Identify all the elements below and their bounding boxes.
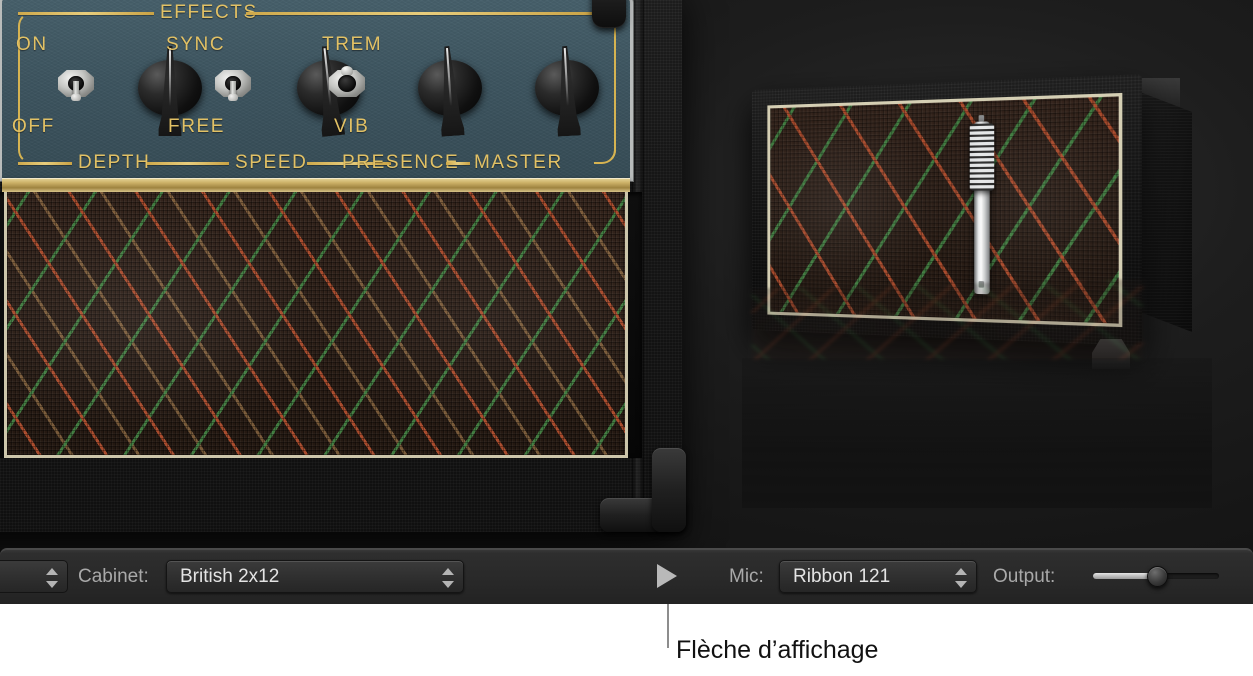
cabinet-label: Cabinet: [78, 566, 149, 587]
toggle-switch-tremolo-on-off[interactable] [57, 64, 95, 101]
gold-rule-bottom-4 [446, 162, 470, 165]
chevron-down-icon [442, 581, 454, 588]
knob-label-presence: PRESENCE [342, 152, 460, 173]
amp-model-popup[interactable] [0, 560, 68, 593]
output-slider[interactable] [1093, 566, 1219, 587]
amp-corner-bracket-bottom-right [600, 448, 686, 532]
amp-head: EFFECTS DEPTH SPEED PRESENCE MASTER ON O… [0, 0, 686, 532]
toggle-hole [338, 75, 356, 92]
reflection-cloth [752, 279, 1142, 360]
chevron-up-icon [955, 568, 967, 575]
knob-label-master: MASTER [474, 152, 563, 173]
mic-grille-head [969, 123, 995, 191]
chevron-down-icon [46, 581, 58, 588]
amp-grille-cloth [7, 192, 625, 455]
switch-label-sync: SYNC [166, 34, 226, 55]
gold-rule-top-right [246, 12, 600, 15]
knob-master[interactable] [531, 42, 603, 138]
output-label: Output: [993, 566, 1056, 587]
bottom-bar-inner: Cabinet: British 2x12 Mic: Ribbon 121 Ou… [0, 549, 1253, 604]
toggle-switch-trem-vib[interactable] [328, 64, 366, 100]
gold-rule-bottom-1 [18, 162, 72, 165]
toggle-lever[interactable] [71, 81, 81, 101]
knob-label-speed: SPEED [235, 152, 308, 173]
amp-corner-bracket-top-right [592, 0, 626, 28]
screenshot-root: EFFECTS DEPTH SPEED PRESENCE MASTER ON O… [0, 0, 1253, 676]
gold-frame-right-edge [614, 32, 616, 144]
cabinet-popup[interactable]: British 2x12 [166, 560, 464, 593]
knob-highlight-line [169, 48, 171, 106]
mic-stepper[interactable] [955, 568, 967, 588]
cabinet-stepper[interactable] [442, 568, 454, 588]
mic-value: Ribbon 121 [793, 566, 891, 587]
cabinet-value: British 2x12 [180, 566, 280, 587]
chevron-down-icon [955, 581, 967, 588]
bracket-arm-vertical [652, 448, 686, 532]
switch-label-on: ON [16, 34, 48, 55]
switch-label-vib: VIB [334, 116, 370, 137]
switch-label-trem: TREM [322, 34, 383, 55]
microphone[interactable] [969, 115, 995, 295]
amp-designer-stage: EFFECTS DEPTH SPEED PRESENCE MASTER ON O… [0, 0, 1253, 604]
knob-presence[interactable] [414, 42, 486, 138]
knob-label-depth: DEPTH [78, 152, 151, 173]
mic-popup[interactable]: Ribbon 121 [779, 560, 977, 593]
knob-pointer [550, 45, 585, 136]
chevron-up-icon [442, 568, 454, 575]
gold-rule-top-left [18, 12, 154, 15]
callout-label: Flèche d’affichage [676, 636, 879, 664]
gold-frame-corner-bottom-right [594, 142, 616, 164]
switch-label-off: OFF [12, 116, 55, 137]
bottom-control-bar: Cabinet: British 2x12 Mic: Ribbon 121 Ou… [0, 548, 1253, 604]
callout-leader-line [667, 604, 669, 648]
amp-model-stepper[interactable] [46, 568, 58, 588]
effects-section-label: EFFECTS [160, 2, 258, 23]
amp-gold-trim-strip [2, 178, 630, 192]
gold-rule-bottom-2 [147, 162, 229, 165]
cabinet-floor-reflection [752, 279, 1142, 360]
switch-label-free: FREE [168, 116, 226, 137]
amp-speaker-grille [4, 192, 628, 458]
amp-grille-frame [0, 192, 642, 458]
toggle-switch-sync-free[interactable] [214, 64, 252, 101]
mic-label: Mic: [729, 566, 764, 587]
display-arrow-icon[interactable] [657, 564, 677, 588]
amp-control-panel: EFFECTS DEPTH SPEED PRESENCE MASTER ON O… [2, 0, 630, 178]
toggle-lever[interactable] [228, 81, 238, 101]
knob-pointer [432, 45, 468, 137]
output-slider-thumb[interactable] [1147, 566, 1169, 587]
chevron-up-icon [46, 568, 58, 575]
reflection-fade-overlay [742, 358, 1212, 508]
